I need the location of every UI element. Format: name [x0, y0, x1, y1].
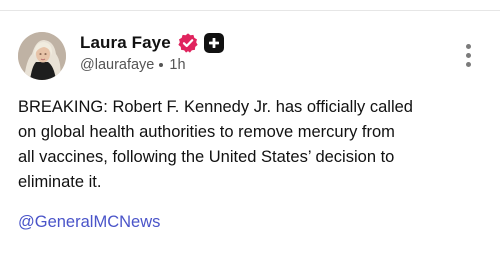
- more-vertical-icon[interactable]: [458, 37, 478, 73]
- more-dot: [465, 61, 471, 67]
- display-name[interactable]: Laura Faye: [80, 33, 171, 53]
- more-dot: [465, 43, 471, 49]
- author-row: Laura Faye: [80, 31, 224, 55]
- plus-badge-icon: [203, 33, 224, 53]
- avatar[interactable]: [18, 32, 66, 80]
- mention-link[interactable]: @GeneralMCNews: [18, 210, 160, 235]
- post-body-line: on global health authorities to remove m…: [18, 123, 395, 141]
- more-dot: [465, 52, 471, 58]
- post-body-line: all vaccines, following the United State…: [18, 148, 395, 166]
- post-body-line: BREAKING: Robert F. Kennedy Jr. has offi…: [18, 98, 413, 116]
- post-body: BREAKING: Robert F. Kennedy Jr. has offi…: [18, 95, 488, 195]
- post-meta: @laurafaye 1h: [80, 57, 186, 73]
- handle[interactable]: @laurafaye: [80, 57, 154, 73]
- separator-dot: [159, 63, 164, 67]
- verified-check-icon: [177, 32, 199, 54]
- post-body-line: eliminate it.: [18, 173, 102, 191]
- timestamp[interactable]: 1h: [169, 57, 185, 73]
- post-card: Laura Faye @laurafaye 1h BREAKING: Rober…: [0, 0, 500, 242]
